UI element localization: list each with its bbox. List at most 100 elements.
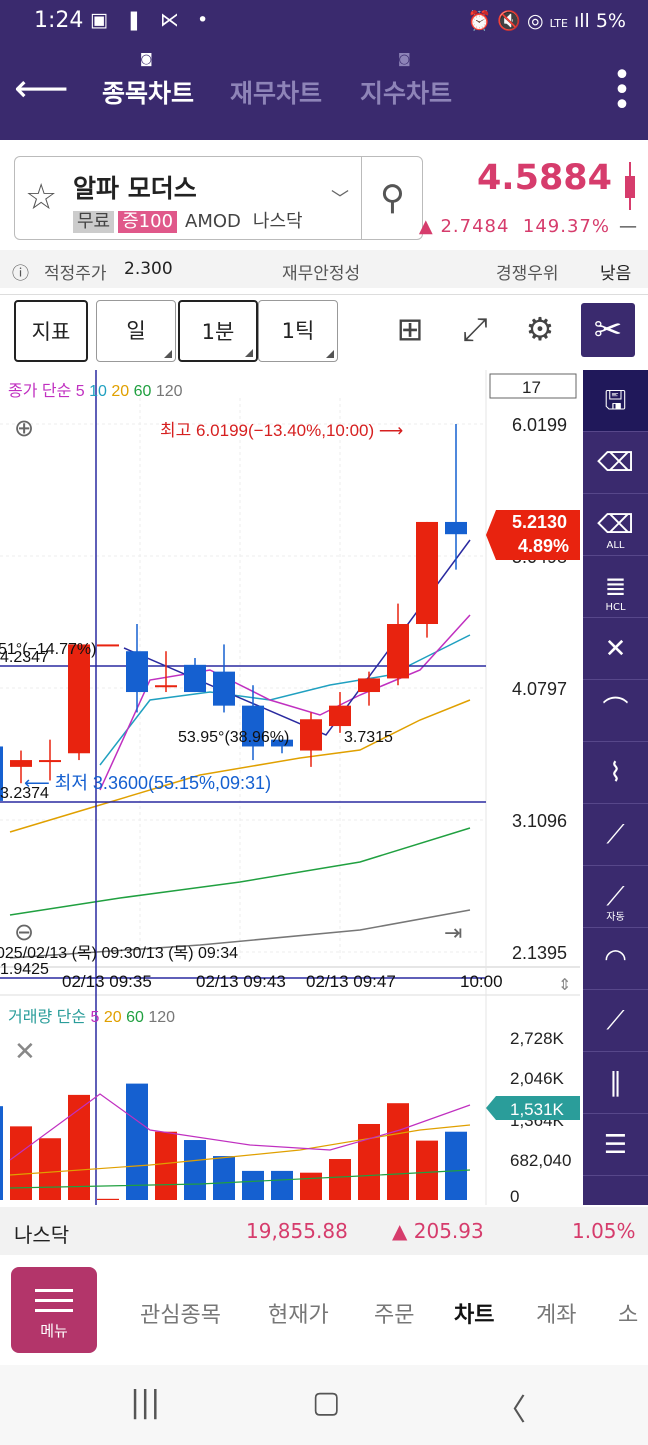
star-icon[interactable]: ☆ — [25, 177, 57, 218]
eraser-icon[interactable]: ⌫ — [583, 432, 648, 494]
index-ticker-row[interactable]: 나스닥 19,855.88 ▲ 205.93 1.05% — [0, 1207, 648, 1255]
volume-bar — [126, 1083, 148, 1200]
expand-icon[interactable]: ⤢ — [455, 309, 495, 349]
candle-body — [10, 760, 32, 767]
caret-icon — [245, 349, 253, 357]
y-tick-label: 3.1096 — [512, 811, 567, 831]
horizontal-line-icon[interactable]: ⌒ — [583, 680, 648, 742]
level-left-label: 4.2347 — [0, 649, 49, 666]
nav-more[interactable]: 소 — [618, 1297, 638, 1329]
y-tick-label: 4.0797 — [512, 679, 567, 699]
nav-chart[interactable]: 차트 — [454, 1297, 494, 1329]
nav-order[interactable]: 주문 — [374, 1297, 414, 1329]
indicator-button[interactable]: 지표 — [14, 300, 88, 362]
hcl-lines-icon[interactable]: ≣ HCL — [583, 556, 648, 618]
y-tick-label: 6.0199 — [512, 415, 567, 435]
level-mid-label: 3.7315 — [344, 729, 393, 746]
angle-mid-label: 53.95°(38.96%) — [178, 729, 289, 746]
candle-body — [126, 651, 148, 693]
x-tick-label: 02/13 09:47 — [306, 972, 396, 991]
layout-grid-icon[interactable]: ⊞ — [390, 309, 430, 349]
hcl-label: HCL — [605, 602, 626, 613]
eraser-all-icon[interactable]: ⌫ ALL — [583, 494, 648, 556]
financial-stability[interactable]: 재무안정성 — [282, 259, 360, 284]
change-percent: 149.37% — [522, 216, 610, 237]
tab-index-chart[interactable]: 지수차트 ◙ — [360, 52, 452, 110]
volume-bar — [0, 1106, 3, 1200]
volume-bar — [39, 1138, 61, 1200]
live-dot-icon: ◙ — [398, 52, 411, 67]
back-icon[interactable]: 〈 — [496, 1385, 526, 1429]
vertical-line-icon[interactable]: ⌇ — [583, 742, 648, 804]
hamburger-icon — [35, 1289, 73, 1319]
gear-icon[interactable]: ⚙ — [520, 309, 560, 349]
candle-body — [213, 671, 235, 706]
stock-name: 알파 모더스 — [73, 174, 197, 203]
tab-stock-chart[interactable]: 종목차트 ◙ — [102, 52, 194, 110]
candle-body — [358, 678, 380, 693]
auto-trend-icon[interactable]: ⟋ 자동 — [583, 866, 648, 928]
volume-bar — [329, 1159, 351, 1200]
crosshair-line-icon[interactable]: ✕ — [583, 618, 648, 680]
back-arrow-icon[interactable]: ⟵ — [14, 66, 68, 110]
current-price: 4.5884 — [476, 158, 612, 198]
chevron-down-icon[interactable]: ﹀ — [331, 185, 349, 211]
nav-account[interactable]: 계좌 — [536, 1297, 576, 1329]
index-change: ▲ 205.93 — [392, 1219, 484, 1243]
volume-bar — [213, 1156, 235, 1200]
free-badge: 무료 — [73, 211, 115, 233]
price-change: ▲ 2.7484 149.37% — — [418, 216, 637, 237]
arc-icon[interactable]: ◠ — [583, 928, 648, 990]
change-amount: ▲ 2.7484 — [418, 216, 510, 237]
index-percent: 1.05% — [572, 1219, 636, 1243]
volume-bar — [271, 1170, 293, 1200]
channel-icon[interactable]: ☰ — [583, 1114, 648, 1176]
count-box-text: 17 — [522, 378, 541, 397]
zoom-out-icon: ⊖ — [14, 918, 34, 946]
period-1min-button[interactable]: 1분 — [178, 300, 258, 362]
candle-icon — [625, 162, 635, 210]
home-icon[interactable]: ▢ — [312, 1385, 340, 1420]
volume-y-tick: 0 — [510, 1187, 519, 1205]
fair-price-label: 적정주가 — [44, 264, 107, 284]
search-icon[interactable]: ⚲ — [361, 157, 423, 239]
period-1tick-button[interactable]: 1틱 — [258, 300, 338, 362]
period-day-button[interactable]: 일 — [96, 300, 176, 362]
recent-apps-icon[interactable]: ||| — [130, 1385, 160, 1420]
notification-icons: ▣ ❚ ⋉ • — [90, 9, 215, 31]
x-tick-label: 02/13 09:35 — [62, 972, 152, 991]
x-tick-label: 02/13 09:43 — [196, 972, 286, 991]
dash: — — [619, 216, 638, 237]
stock-selector[interactable]: ☆ 알파 모더스 무료 증100 AMOD 나스닥 ﹀ ⚲ — [14, 156, 423, 240]
index-name: 나스닥 — [14, 1223, 70, 1247]
level-value: 낮음 — [600, 264, 632, 284]
auto-label: 자동 — [606, 912, 625, 923]
competitive-advantage[interactable]: 경쟁우위 — [496, 259, 559, 284]
menu-button[interactable]: 메뉴 — [11, 1267, 97, 1353]
date-label: 025/02/13 (목) 09:30/13 (목) 09:34 — [0, 945, 238, 962]
system-nav-bar: ||| ▢ 〈 — [0, 1365, 648, 1445]
help-icon[interactable]: ⓘ — [12, 259, 29, 284]
fan-icon[interactable]: ⟋ — [583, 990, 648, 1052]
trend-line-icon[interactable]: ⟋ — [583, 804, 648, 866]
candle-body — [184, 664, 206, 693]
volume-bar — [445, 1131, 467, 1200]
save-icon[interactable]: 🖫 — [583, 370, 648, 432]
clock: 1:24 — [34, 8, 84, 33]
fibonacci-icon[interactable]: ∥ — [583, 1052, 648, 1114]
current-price-tag-price: 5.2130 — [512, 512, 567, 532]
price-chart[interactable]: 6.01995.04984.07973.10962.1395175.21304.… — [0, 370, 580, 1205]
current-price-tag-pct: 4.89% — [518, 536, 569, 556]
status-bar: 1:24 ▣ ❚ ⋉ • ⏰ 🔇 ◎ LTE ıll 5% — [0, 0, 648, 44]
volume-bar — [184, 1140, 206, 1200]
volume-bar — [242, 1170, 264, 1200]
nav-current-price[interactable]: 현재가 — [268, 1297, 329, 1329]
tab-financial-chart[interactable]: 재무차트 — [230, 74, 322, 110]
volume-y-tick: 2,728K — [510, 1029, 565, 1048]
drawing-tools-icon[interactable]: ✂ — [581, 303, 635, 357]
fair-price-value: 2.300 — [124, 259, 173, 279]
more-vertical-icon[interactable]: • • • — [612, 61, 632, 121]
zoom-in-icon: ⊕ — [14, 414, 34, 442]
nav-watchlist[interactable]: 관심종목 — [140, 1297, 221, 1329]
drawing-sidebar: 🖫 ⌫ ⌫ ALL ≣ HCL ✕ ⌒ ⌇ ⟋ ⟋ 자동 ◠ ⟋ ∥ ☰ — [583, 370, 648, 1205]
